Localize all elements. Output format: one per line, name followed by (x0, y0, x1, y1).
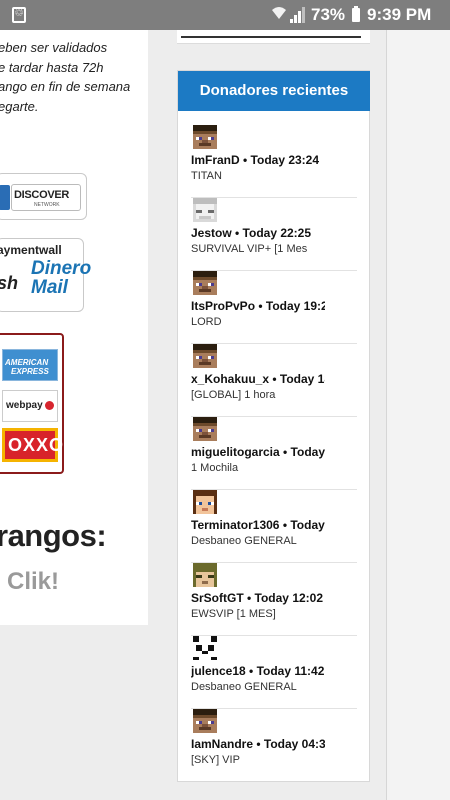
donor-rank: SURVIVAL VIP+ [1 Mes (191, 243, 308, 255)
donor-row[interactable]: miguelitogarcia • Today 1 1 Mochila (191, 417, 357, 490)
donor-name-time[interactable]: ImFranD • Today 23:24 (191, 153, 325, 167)
dinero-label: Dinero (31, 258, 92, 279)
donor-rank: [GLOBAL] 1 hora (191, 389, 276, 401)
signal-icon (290, 7, 305, 23)
donor-rank: Desbaneo GENERAL (191, 535, 297, 547)
oxxo-label: OXXO (8, 435, 65, 455)
note-line: eben ser validados (0, 40, 108, 55)
donor-rank: EWSVIP [1 MES] (191, 608, 276, 620)
note-line: e tardar hasta 72h (0, 59, 104, 75)
donor-avatar[interactable] (193, 490, 217, 514)
payment-info-panel: eben ser validados e tardar hasta 72h an… (0, 30, 148, 625)
donor-avatar[interactable] (193, 198, 217, 222)
status-bar: 73% 9:39 PM (0, 0, 450, 30)
donor-row[interactable]: IamNandre • Today 04:37 [SKY] VIP (191, 709, 357, 782)
donor-name-time[interactable]: SrSoftGT • Today 12:02 (191, 591, 325, 605)
donor-row[interactable]: x_Kohakuu_x • Today 18:0 [GLOBAL] 1 hora (191, 344, 357, 417)
card-payments-box[interactable]: AMERICAN EXPRESS webpay OXXO (0, 333, 64, 474)
dinero-mail-logo: Dinero Mail (31, 259, 91, 297)
battery-icon (352, 6, 360, 22)
donor-avatar[interactable] (193, 271, 217, 295)
donor-row[interactable]: Terminator1306 • Today 1 Desbaneo GENERAL (191, 490, 357, 563)
webpay-label: webpay (6, 400, 43, 411)
donor-name-time[interactable]: x_Kohakuu_x • Today 18:0 (191, 372, 325, 386)
note-line: ango en fin de semana (0, 79, 131, 94)
donor-name-time[interactable]: miguelitogarcia • Today 1 (191, 445, 325, 459)
mail-label: Mail (31, 277, 68, 298)
donor-avatar[interactable] (193, 709, 217, 733)
note-line: egarte. (0, 98, 39, 114)
webpay-dot-icon (45, 401, 54, 410)
donor-row[interactable]: ImFranD • Today 23:24 TITAN (191, 125, 357, 198)
discover-sub-label: NETWORK (34, 202, 60, 208)
discover-label: DISCOVER (14, 189, 70, 201)
validation-note: eben ser validados e tardar hasta 72h an… (0, 38, 148, 116)
amex-label-2: EXPRESS (11, 367, 49, 376)
donor-name-time[interactable]: Terminator1306 • Today 1 (191, 518, 325, 532)
donor-row[interactable]: julence18 • Today 11:42 Desbaneo GENERAL (191, 636, 357, 709)
battery-percent: 73% (311, 5, 346, 24)
oxxo-logo: OXXO (2, 428, 63, 462)
clock: 9:39 PM (367, 5, 432, 24)
donor-rank: Desbaneo GENERAL (191, 681, 297, 693)
donor-rank: [SKY] VIP (191, 754, 240, 766)
paymentwall-logo[interactable]: aymentwall sh Dinero Mail (0, 238, 91, 312)
discover-payment-logo[interactable]: DISCOVER NETWORK (0, 173, 87, 220)
recent-donors-widget: Donadores recientes ImFranD • Today 23:2… (177, 70, 370, 782)
amex-label-1: AMERICAN (5, 358, 49, 367)
donor-avatar[interactable] (193, 636, 217, 660)
webpay-logo: webpay (2, 390, 58, 422)
rangos-heading: rangos: (0, 518, 107, 553)
donor-name-time[interactable]: Jestow • Today 22:25 (191, 226, 325, 240)
donor-rank: LORD (191, 316, 222, 328)
donor-row[interactable]: SrSoftGT • Today 12:02 EWSVIP [1 MES] (191, 563, 357, 636)
cash-label: sh (0, 273, 19, 293)
donor-row[interactable]: ItsProPvPo • Today 19:26 LORD (191, 271, 357, 344)
amex-logo: AMERICAN EXPRESS (2, 349, 58, 381)
donor-rank: TITAN (191, 170, 222, 182)
previous-widget-bottom (177, 30, 370, 44)
donor-name-time[interactable]: ItsProPvPo • Today 19:26 (191, 299, 325, 313)
discover-card: DISCOVER NETWORK (11, 184, 81, 211)
card-icon (0, 185, 10, 210)
clik-link[interactable]: Clik! (7, 568, 59, 596)
donor-name-time[interactable]: julence18 • Today 11:42 (191, 664, 325, 678)
donor-avatar[interactable] (193, 417, 217, 441)
wifi-icon (271, 6, 287, 24)
page-gutter (386, 30, 450, 800)
donor-name-time[interactable]: IamNandre • Today 04:37 (191, 737, 325, 751)
donor-rank: 1 Mochila (191, 462, 239, 474)
paymentwall-label: aymentwall (0, 243, 62, 257)
recycle-notification-icon (12, 6, 26, 23)
donor-avatar[interactable] (193, 344, 217, 368)
donor-avatar[interactable] (193, 125, 217, 149)
widget-title: Donadores recientes (178, 71, 370, 111)
donor-avatar[interactable] (193, 563, 217, 587)
donor-row[interactable]: Jestow • Today 22:25 SURVIVAL VIP+ [1 Mes (191, 198, 357, 271)
